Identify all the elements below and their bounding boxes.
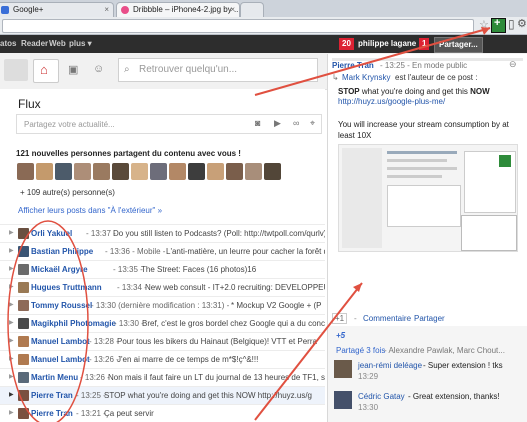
annotation-arrow [254,282,363,421]
annotation-overlay [7,27,491,422]
highlight-ellipse [7,220,89,422]
annotation-arrow [254,27,491,96]
arrow-head-icon [353,283,362,292]
